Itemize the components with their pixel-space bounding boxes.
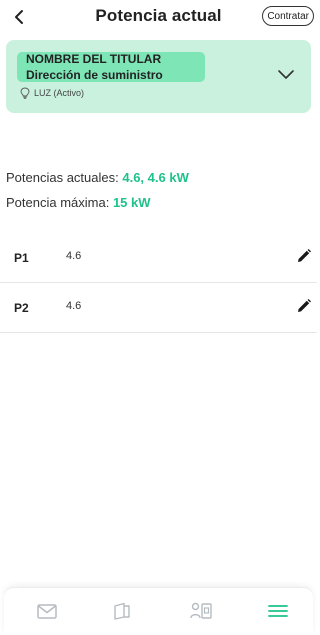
profile-card-icon <box>190 602 212 619</box>
current-power-line: Potencias actuales: 4.6, 4.6 kW <box>6 170 189 185</box>
period-label: P1 <box>14 251 29 265</box>
contratar-button[interactable]: Contratar <box>262 6 314 26</box>
pencil-icon[interactable] <box>296 298 312 314</box>
period-value: 4.6 <box>66 300 82 312</box>
holder-name: NOMBRE DEL TITULAR <box>26 52 162 66</box>
menu-icon <box>268 605 288 617</box>
nav-invoices[interactable] <box>110 601 134 621</box>
bottom-navigation <box>4 587 313 635</box>
nav-profile[interactable] <box>189 601 213 621</box>
nav-menu[interactable] <box>266 601 290 621</box>
lightbulb-icon <box>20 87 30 99</box>
supply-selector-card[interactable]: NOMBRE DEL TITULAR Dirección de suminist… <box>6 40 311 113</box>
supply-address: Dirección de suministro <box>26 68 163 82</box>
period-row-p2: P2 4.6 <box>0 283 317 333</box>
period-label: P2 <box>14 301 29 315</box>
current-power-label: Potencias actuales: <box>6 170 119 185</box>
screen: Potencia actual Contratar NOMBRE DEL TIT… <box>0 0 317 635</box>
period-row-p1: P1 4.6 <box>0 233 317 283</box>
chevron-down-icon[interactable] <box>277 68 295 80</box>
header: Potencia actual Contratar <box>0 0 317 36</box>
period-value: 4.6 <box>66 250 82 262</box>
supply-status-label: LUZ (Activo) <box>34 88 85 98</box>
nav-mail[interactable] <box>35 601 59 621</box>
current-power-value: 4.6, 4.6 kW <box>122 170 189 185</box>
max-power-line: Potencia máxima: 15 kW <box>6 195 151 210</box>
invoice-icon <box>114 602 130 620</box>
max-power-value: 15 kW <box>112 195 151 210</box>
max-power-label: Potencia máxima: <box>6 195 110 210</box>
supply-status: LUZ (Activo) <box>20 87 84 99</box>
pencil-icon[interactable] <box>296 248 312 264</box>
mail-icon <box>37 603 57 619</box>
